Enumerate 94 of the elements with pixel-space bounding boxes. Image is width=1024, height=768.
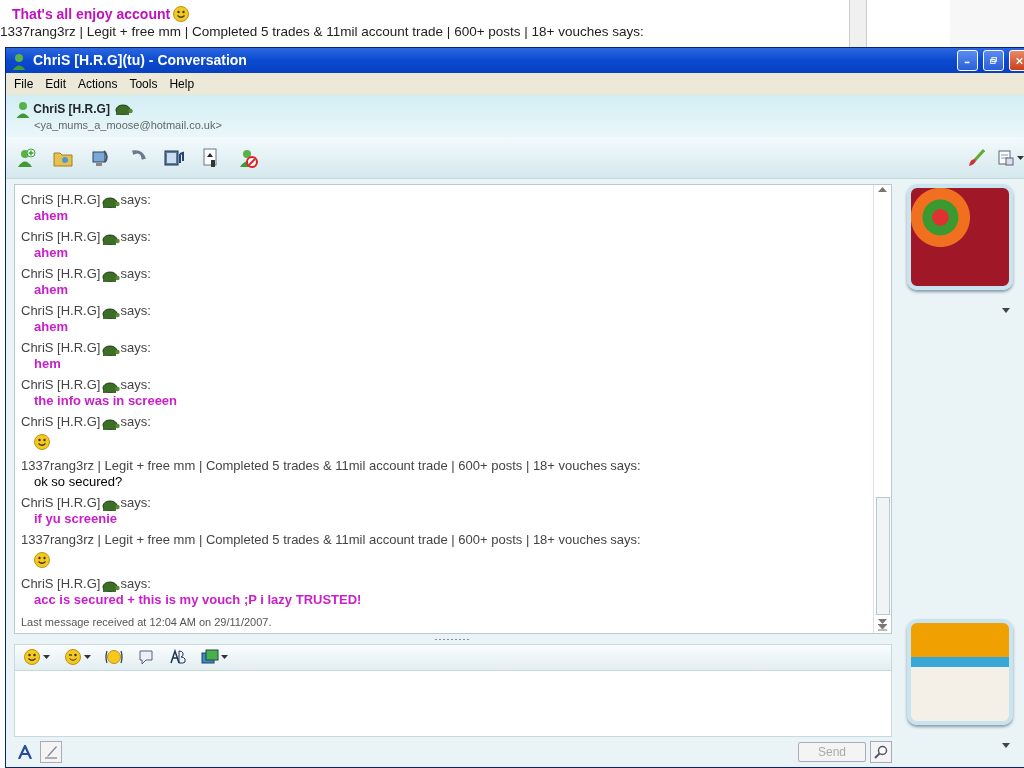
- turtle-icon: [100, 270, 121, 282]
- says-label: says:: [120, 266, 151, 282]
- sender-name: ChriS [H.R.G]: [21, 414, 101, 430]
- sender-name: ChriS [H.R.G]: [21, 192, 101, 208]
- turtle-icon: [100, 499, 121, 512]
- sender-name: ChriS [H.R.G]: [21, 340, 101, 356]
- message-text: ahem: [34, 282, 68, 297]
- sender-name: 1337rang3rz | Legit + free mm | Completed 5 trades & 11mil account trade | 600+ posts | 18+ vouches: [21, 532, 607, 549]
- post-text: That's all enjoy account: [12, 5, 171, 23]
- sender-name: ChriS [H.R.G]: [21, 495, 101, 512]
- says-label: says:: [120, 303, 151, 319]
- resize-grip-icon[interactable]: [435, 637, 471, 641]
- restore-icon: [990, 55, 997, 66]
- says-label: says:: [120, 414, 151, 430]
- contact-name: ChriS [H.R.G]: [33, 101, 110, 117]
- scroll-end-icon[interactable]: [878, 623, 887, 631]
- menu-item[interactable]: Tools: [123, 75, 164, 93]
- message-text: ahem: [34, 245, 68, 260]
- sender-name: ChriS [H.R.G]: [21, 266, 101, 282]
- sender-line: 1337rang3rz | Legit + free mm | Completed 5 trades & 11mil account trade | 600+ posts | 18+ vouches says:: [0, 23, 645, 41]
- caret-icon: [43, 655, 50, 660]
- block-contact-icon[interactable]: [238, 147, 258, 168]
- sender-name: ChriS [H.R.G]: [21, 229, 101, 245]
- caret-icon[interactable]: [1002, 742, 1010, 748]
- message-text: if yu screenie: [34, 511, 118, 527]
- smiley-icon: [34, 551, 50, 568]
- window-icon: [997, 149, 1014, 166]
- message-text: acc is secured + this is my vouch ;P i lazy TRUSTED!: [34, 592, 362, 608]
- turtle-icon: [113, 103, 134, 115]
- scroll-up-icon[interactable]: [878, 187, 887, 192]
- says-label: says:: [610, 532, 641, 549]
- sender-name: ChriS [H.R.G]: [21, 576, 101, 593]
- menu-item[interactable]: Help: [163, 75, 201, 93]
- wink-icon: [64, 648, 82, 667]
- film-icon[interactable]: [164, 147, 184, 168]
- caret-icon: [221, 655, 228, 660]
- turtle-icon: [100, 233, 121, 245]
- computer-icon[interactable]: [90, 147, 110, 168]
- wink-button[interactable]: [64, 648, 91, 667]
- message-text: ok so secured?: [34, 474, 123, 490]
- font-style-icon[interactable]: [169, 648, 187, 667]
- message-text: the info was in screeen: [34, 393, 178, 408]
- turtle-icon: [100, 418, 121, 430]
- nudge-icon[interactable]: [105, 648, 123, 667]
- layout-button[interactable]: [997, 149, 1024, 166]
- close-icon: [1016, 55, 1023, 66]
- minimize-button[interactable]: [957, 50, 978, 71]
- add-contact-icon[interactable]: [16, 147, 36, 168]
- contact-icon: [14, 100, 30, 118]
- letter-a-icon: [18, 745, 32, 759]
- caret-icon: [1017, 155, 1024, 160]
- smiley-icon: [23, 648, 41, 667]
- says-label: says:: [120, 340, 151, 356]
- search-icon: [874, 745, 888, 759]
- search-button[interactable]: [870, 741, 892, 763]
- message-input[interactable]: [14, 671, 892, 737]
- scroll-thumb[interactable]: [875, 496, 890, 615]
- says-label: says:: [120, 576, 151, 593]
- says-label: says:: [120, 192, 151, 208]
- paintbrush-icon[interactable]: [966, 148, 985, 167]
- turtle-icon: [100, 580, 121, 593]
- sender-name: ChriS [H.R.G]: [21, 377, 101, 393]
- turtle-icon: [100, 344, 121, 356]
- turtle-icon: [100, 381, 121, 393]
- sender-name: 1337rang3rz | Legit + free mm | Completed 5 trades & 11mil account trade | 600+ posts | 18+ vouches: [21, 458, 607, 475]
- smiley-button[interactable]: [23, 648, 50, 667]
- sender-name: ChriS [H.R.G]: [21, 303, 101, 319]
- scroll-down-icon[interactable]: [878, 618, 887, 624]
- restore-button[interactable]: [983, 50, 1004, 71]
- says-label: says:: [610, 458, 641, 475]
- says-label: says:: [120, 229, 151, 245]
- close-button[interactable]: [1009, 50, 1024, 71]
- contact-icon: [10, 51, 28, 70]
- menu-item[interactable]: Edit: [39, 75, 73, 93]
- status-text: Last message received at 12:04 AM on 29/11/2007.: [21, 615, 273, 631]
- message-text: hem: [34, 356, 61, 371]
- caret-icon[interactable]: [1002, 308, 1010, 314]
- message-text: ahem: [34, 208, 68, 223]
- caret-icon: [84, 655, 91, 660]
- says-label: says:: [120, 377, 151, 393]
- picture-button[interactable]: [201, 648, 228, 667]
- smiley-icon: [34, 433, 50, 450]
- says-label: says:: [120, 495, 151, 512]
- turtle-icon: [100, 196, 121, 208]
- menu-item[interactable]: File: [8, 75, 40, 93]
- message-text: ahem: [34, 319, 68, 334]
- contact-email: <ya_mums_a_moose@hotmail.co.uk>: [34, 118, 223, 132]
- window-title: ChriS [H.R.G](tu) - Conversation: [33, 51, 247, 70]
- scrollbar[interactable]: [873, 185, 891, 633]
- pen-icon: [44, 745, 58, 759]
- speech-bubble-icon[interactable]: [137, 648, 155, 667]
- menu-item[interactable]: Actions: [72, 75, 124, 93]
- picture-icon: [201, 648, 219, 667]
- turtle-icon: [100, 307, 121, 319]
